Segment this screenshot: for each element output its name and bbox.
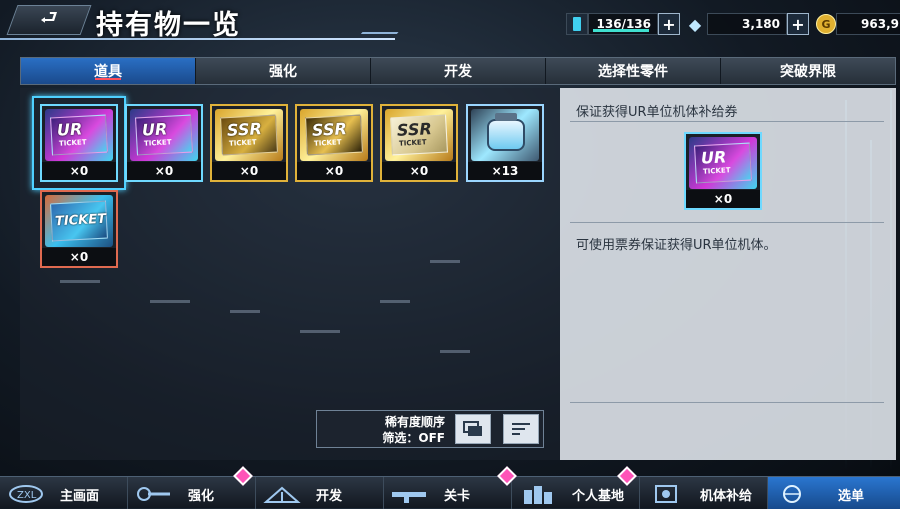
nav-label: 选单 bbox=[838, 489, 865, 504]
sort-filter-label: 稀有度顺序 筛选：OFF bbox=[337, 414, 445, 446]
back-button[interactable]: ⮐ bbox=[6, 5, 92, 35]
add-diamond-button[interactable]: + bbox=[787, 13, 809, 35]
back-arrow-icon: ⮐ bbox=[40, 5, 58, 29]
tab-enhance[interactable]: 强化 bbox=[196, 58, 371, 84]
item-count: ×0 bbox=[382, 162, 456, 180]
item-count: ×0 bbox=[42, 162, 116, 180]
item-count: ×0 bbox=[686, 190, 760, 208]
diamond-value: 3,180 bbox=[742, 17, 780, 31]
stamina-resource: 136/136 + bbox=[566, 12, 680, 36]
nav-label: 机体补给 bbox=[700, 489, 753, 504]
divider bbox=[570, 222, 884, 223]
item-grid-panel: UR TICKET ×0 UR TICKET ×0 SSR TICKET ×0 … bbox=[20, 88, 560, 460]
nav-label: 个人基地 bbox=[572, 489, 625, 504]
tab-optional-parts[interactable]: 选择性零件 bbox=[546, 58, 721, 84]
item-slot[interactable]: ×13 bbox=[466, 104, 544, 182]
item-slot[interactable]: TICKET ×0 bbox=[40, 190, 118, 268]
divider bbox=[570, 121, 884, 122]
title-underline bbox=[0, 38, 395, 40]
item-slot[interactable]: SSR TICKET ×0 bbox=[295, 104, 373, 182]
wrench-icon bbox=[134, 483, 174, 505]
bottom-navigation: ZXL 主画面 强化 开发 关卡 个人基地 机体补给 选单 bbox=[0, 466, 900, 509]
header: ⮐ 持有物一览 136/136 + ◆ 3,180 + G 963,9 bbox=[0, 0, 900, 46]
filter-button[interactable] bbox=[455, 414, 491, 444]
rifle-icon bbox=[390, 483, 430, 505]
nav-personal-base[interactable]: 个人基地 bbox=[512, 466, 640, 509]
svg-text:ZXL: ZXL bbox=[17, 490, 37, 501]
diamond-icon: ◆ bbox=[688, 14, 702, 34]
nav-develop[interactable]: 开发 bbox=[256, 477, 384, 509]
coin-resource: G 963,9 bbox=[816, 12, 900, 36]
ticket-icon: TICKET bbox=[45, 195, 113, 247]
ssr-ticket-icon: SSR TICKET bbox=[215, 109, 283, 161]
stamina-box: 136/136 bbox=[588, 13, 658, 35]
nav-label: 开发 bbox=[316, 489, 343, 504]
divider bbox=[570, 402, 884, 403]
diamond-box: 3,180 bbox=[707, 13, 787, 35]
ur-ticket-icon: UR TICKET bbox=[689, 137, 757, 189]
ur-ticket-icon: UR TICKET bbox=[45, 109, 113, 161]
menu-globe-icon bbox=[774, 483, 814, 505]
detail-title: 保证获得UR单位机体补给券 bbox=[576, 105, 738, 120]
nav-label: 强化 bbox=[188, 489, 215, 504]
tab-limit-break[interactable]: 突破界限 bbox=[721, 58, 895, 84]
nav-label: 关卡 bbox=[444, 489, 471, 504]
detail-description: 可使用票券保证获得UR单位机体。 bbox=[576, 238, 777, 253]
item-count: ×0 bbox=[42, 248, 116, 266]
item-slot[interactable]: SSR TICKET ×0 bbox=[210, 104, 288, 182]
stamina-bar bbox=[593, 29, 649, 32]
mecha-icon bbox=[646, 483, 686, 505]
sort-lines-icon bbox=[512, 423, 530, 435]
nav-enhance[interactable]: 强化 bbox=[128, 466, 256, 509]
page-title: 持有物一览 bbox=[96, 10, 241, 41]
sort-filter-box: 稀有度顺序 筛选：OFF bbox=[316, 410, 544, 448]
hangar-icon bbox=[262, 483, 302, 505]
diamond-resource: ◆ 3,180 + bbox=[683, 12, 809, 36]
item-count: ×0 bbox=[127, 162, 201, 180]
home-emblem-icon: ZXL bbox=[6, 483, 46, 505]
nav-menu[interactable]: 选单 bbox=[768, 477, 900, 509]
item-count: ×0 bbox=[212, 162, 286, 180]
ssr-ticket-icon: SSR TICKET bbox=[300, 109, 368, 161]
title-underline-accent bbox=[357, 32, 399, 38]
nav-home[interactable]: ZXL 主画面 bbox=[0, 477, 128, 509]
tab-items[interactable]: 道具 bbox=[21, 58, 196, 84]
sort-order-label: 稀有度顺序 bbox=[384, 415, 445, 429]
item-count: ×0 bbox=[297, 162, 371, 180]
sort-button[interactable] bbox=[503, 414, 539, 444]
base-building-icon bbox=[518, 483, 558, 505]
nav-label: 主画面 bbox=[60, 489, 100, 504]
coin-icon: G bbox=[816, 14, 836, 34]
tab-bar: 道具 强化 开发 选择性零件 突破界限 bbox=[20, 57, 896, 85]
item-count: ×13 bbox=[468, 162, 542, 180]
item-slot[interactable]: UR TICKET ×0 bbox=[125, 104, 203, 182]
detail-item-preview: UR TICKET ×0 bbox=[684, 132, 762, 210]
add-stamina-button[interactable]: + bbox=[658, 13, 680, 35]
item-slot[interactable]: UR TICKET ×0 bbox=[40, 104, 118, 182]
coin-box: 963,9 bbox=[836, 13, 900, 35]
energy-capsule-icon bbox=[471, 109, 539, 161]
battery-icon bbox=[566, 13, 588, 35]
ur-ticket-icon: UR TICKET bbox=[130, 109, 198, 161]
nav-stage[interactable]: 关卡 bbox=[384, 466, 517, 509]
ssr-ticket-icon: SSR TICKET bbox=[385, 109, 453, 161]
tab-develop[interactable]: 开发 bbox=[371, 58, 546, 84]
item-detail-panel: 保证获得UR单位机体补给券 UR TICKET ×0 可使用票券保证获得UR单位… bbox=[560, 88, 896, 460]
item-slot[interactable]: SSR TICKET ×0 bbox=[380, 104, 458, 182]
coin-value: 963,9 bbox=[861, 17, 899, 31]
nav-unit-supply[interactable]: 机体补给 bbox=[640, 477, 768, 509]
filter-status-label: 筛选：OFF bbox=[382, 431, 445, 445]
filter-cards-icon bbox=[463, 421, 482, 436]
